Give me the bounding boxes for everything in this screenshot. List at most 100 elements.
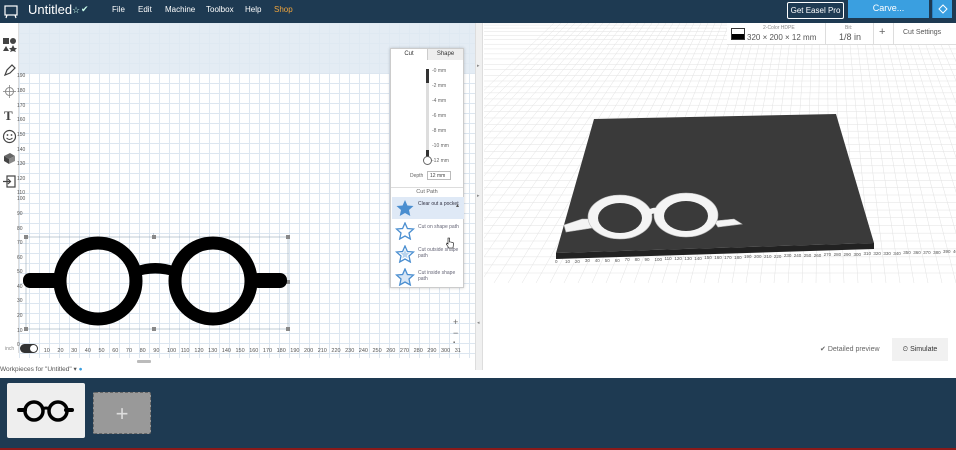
cut-path-header: Cut Path	[391, 187, 463, 195]
y-tick: 100	[17, 196, 26, 202]
star-outside-icon	[395, 245, 415, 263]
shapes-icon[interactable]	[2, 37, 17, 52]
clock-icon: ⏲	[902, 346, 911, 353]
x-tick: 20	[57, 348, 64, 354]
chevron-left-icon[interactable]: ◂	[477, 320, 480, 326]
x-tick: 140	[221, 348, 231, 354]
star-icon[interactable]: ☆	[72, 5, 80, 16]
units-toggle[interactable]	[20, 344, 38, 353]
menu-edit[interactable]: Edit	[138, 5, 152, 14]
x-tick: 210	[317, 348, 327, 354]
import-icon[interactable]	[2, 174, 17, 189]
y-tick: 170	[17, 103, 26, 109]
preview-x-tick: 390	[943, 249, 951, 255]
x-tick: 80	[139, 348, 146, 354]
depth-mark: -0 mm	[432, 68, 447, 74]
check-icon: ✔	[81, 4, 89, 14]
preview-x-tick: 140	[694, 255, 702, 261]
menu-toolbox[interactable]: Toolbox	[206, 5, 234, 14]
x-tick: 150	[235, 348, 245, 354]
x-tick: 31	[454, 348, 461, 354]
simulate-button[interactable]: ⏲ Simulate	[892, 338, 948, 361]
x-tick: 90	[153, 348, 160, 354]
preview-x-tick: 30	[584, 258, 590, 264]
y-tick: 50	[17, 269, 23, 275]
tab-shape[interactable]: Shape	[427, 49, 463, 60]
horizontal-scroll-handle[interactable]	[137, 360, 151, 363]
carve-button[interactable]: Carve...	[848, 0, 929, 18]
x-tick: 200	[304, 348, 314, 354]
x-tick: 60	[112, 348, 119, 354]
preview-x-tick: 310	[863, 251, 871, 257]
x-tick: 250	[372, 348, 382, 354]
material-bar: 2-Color HDPE 320 × 200 × 12 mm Bit: 1/8 …	[727, 23, 956, 45]
preview-x-tick: 40	[594, 258, 600, 263]
cut-option-pocket[interactable]: Clear out a pocket ▴	[392, 197, 464, 219]
material-name[interactable]: 2-Color HDPE	[763, 25, 795, 31]
machine-icon[interactable]	[932, 0, 952, 18]
y-tick: 180	[17, 88, 26, 94]
depth-input[interactable]: 12 mm	[427, 171, 451, 180]
bit-size[interactable]: 1/8 in	[839, 32, 861, 42]
emoji-icon[interactable]	[2, 129, 17, 144]
workpieces-label[interactable]: Workpieces for "Untitled" ▾ ●	[0, 365, 475, 378]
depth-mark: -4 mm	[432, 98, 447, 104]
help-icon[interactable]: ●	[79, 366, 83, 373]
x-tick: 120	[194, 348, 204, 354]
top-bar: Untitled ☆ ✔ File Edit Machine Toolbox H…	[0, 0, 956, 23]
text-icon[interactable]: T	[2, 107, 17, 122]
detailed-preview-toggle[interactable]: ✔ Detailed preview	[820, 345, 880, 353]
units-label: inch	[5, 346, 15, 352]
3d-preview[interactable]: 0 10 20 30 40 50 60 70 80 90 100 110 120 130 140 150 160…	[484, 23, 956, 370]
cut-option-label: Cut outside shape path	[418, 247, 459, 259]
depth-mark: -10 mm	[432, 143, 449, 149]
menu-machine[interactable]: Machine	[165, 5, 195, 14]
cut-option-inside[interactable]: Cut inside shape path	[392, 266, 464, 288]
add-bit-button[interactable]: +	[879, 26, 885, 38]
add-workpiece-button[interactable]: +	[93, 392, 151, 434]
panel-divider[interactable]: ▸ ▸ ◂	[475, 23, 483, 370]
cut-settings-button[interactable]: Cut Settings	[903, 29, 941, 36]
easel-logo-icon[interactable]	[3, 3, 19, 19]
x-tick: 100	[167, 348, 177, 354]
preview-x-tick: 150	[704, 255, 712, 261]
preview-x-tick: 130	[684, 255, 692, 261]
workpiece-thumbnail[interactable]	[7, 383, 85, 438]
y-tick: 140	[17, 147, 26, 153]
chevron-right-icon[interactable]: ▸	[477, 193, 480, 199]
x-tick: 170	[262, 348, 273, 354]
chevron-up-icon[interactable]: ▴	[456, 202, 459, 209]
preview-x-tick: 210	[763, 253, 772, 259]
menu-file[interactable]: File	[112, 5, 125, 14]
preview-x-tick: 220	[773, 253, 782, 259]
zoom-out-button[interactable]: −	[453, 328, 458, 338]
menu-shop[interactable]: Shop	[274, 5, 293, 14]
material-swatch[interactable]	[731, 28, 745, 40]
menu-help[interactable]: Help	[245, 5, 261, 14]
x-tick: 180	[276, 348, 286, 354]
depth-slider-handle[interactable]	[423, 156, 432, 165]
fit-icon[interactable]: ▪	[453, 340, 455, 346]
material-dimensions[interactable]: 320 × 200 × 12 mm	[747, 33, 816, 42]
zoom-in-button[interactable]: +	[453, 317, 458, 327]
material-board	[556, 114, 874, 259]
y-tick: 160	[17, 117, 26, 123]
tab-cut[interactable]: Cut	[391, 49, 427, 60]
preview-x-tick: 240	[793, 253, 802, 258]
target-icon[interactable]	[2, 84, 17, 99]
project-title[interactable]: Untitled	[28, 2, 72, 17]
3d-box-icon[interactable]	[2, 151, 17, 166]
preview-x-tick: 300	[853, 251, 862, 257]
depth-mark: -2 mm	[432, 83, 447, 89]
x-tick: 190	[290, 348, 300, 354]
glasses-shape[interactable]	[23, 233, 291, 331]
y-tick: 120	[17, 176, 26, 182]
get-easel-pro-button[interactable]: Get Easel Pro	[787, 2, 844, 19]
preview-x-tick: 160	[714, 255, 722, 260]
bit-label: Bit:	[845, 25, 853, 31]
preview-x-tick: 110	[664, 256, 672, 262]
chevron-down-icon[interactable]: ▾	[74, 366, 77, 373]
cut-option-label: Cut inside shape path	[418, 270, 456, 282]
pen-icon[interactable]	[2, 63, 17, 78]
chevron-right-icon[interactable]: ▸	[477, 63, 480, 69]
